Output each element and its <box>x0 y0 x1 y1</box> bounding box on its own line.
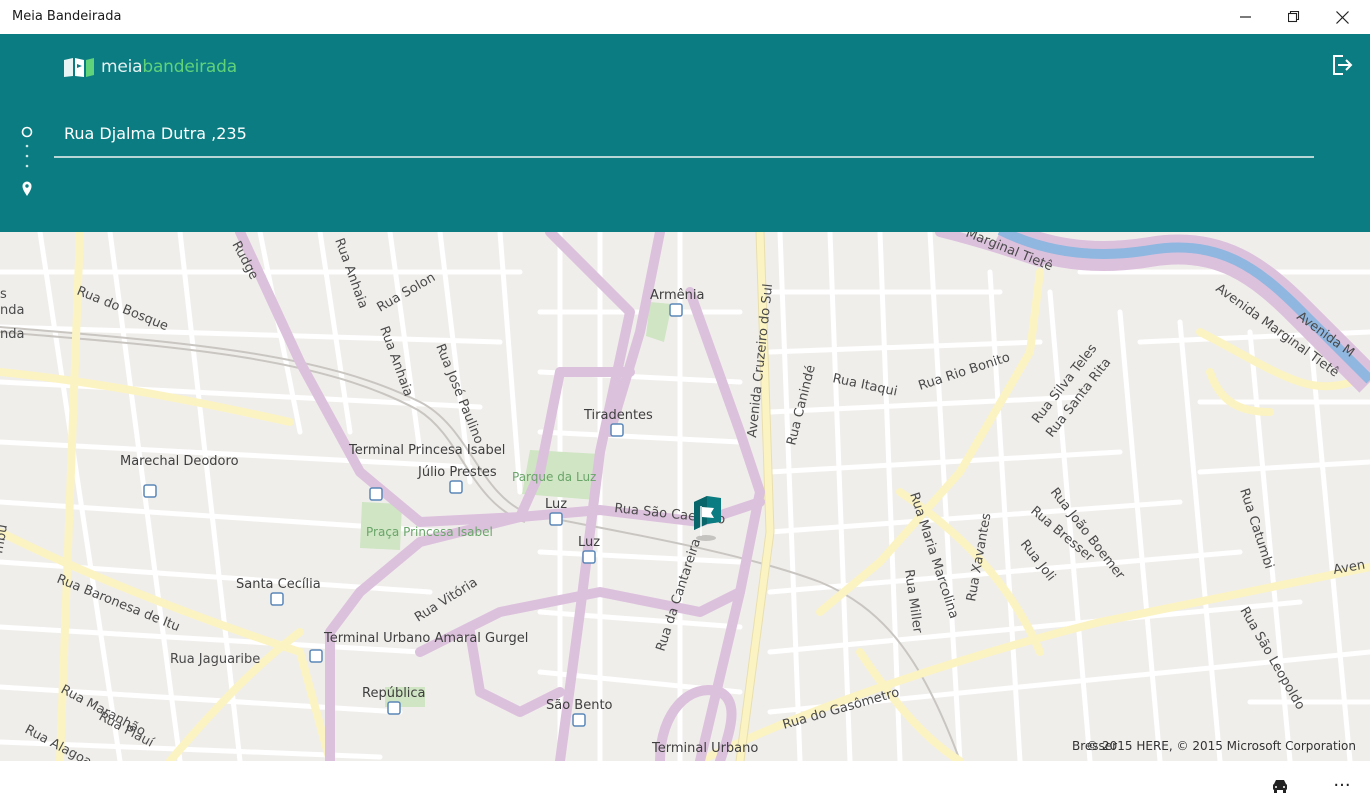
poi-label: Luz <box>578 535 600 550</box>
flag-logo-icon <box>64 58 94 77</box>
route-markers <box>21 126 33 196</box>
route-header: meiabandeirada <box>0 34 1370 232</box>
more-button[interactable]: ··· <box>1326 771 1358 801</box>
poi-label: Tiradentes <box>583 408 653 423</box>
restore-button[interactable] <box>1270 0 1318 34</box>
minimize-icon <box>1240 16 1251 18</box>
close-icon <box>1335 10 1349 24</box>
poi-label: Marechal Deodoro <box>120 454 239 469</box>
map-view[interactable]: Rudge Rua Anhaia Rua Solon Rua do Bosque… <box>0 232 1370 761</box>
park-label: Parque da Luz <box>512 470 596 484</box>
street-label: Rua Jaguaribe <box>170 652 260 667</box>
car-button[interactable] <box>1266 775 1294 799</box>
bottom-app-bar: ··· <box>0 761 1370 810</box>
car-icon <box>1273 780 1287 793</box>
map-copyright: © 2015 HERE, © 2015 Microsoft Corporatio… <box>1086 739 1356 753</box>
poi-label: Júlio Prestes <box>417 465 497 480</box>
location-pin-icon <box>22 181 32 196</box>
destination-input[interactable] <box>54 110 1314 158</box>
poi-label: Terminal Urbano <box>651 741 758 756</box>
street-label: nda <box>0 303 24 318</box>
exit-button[interactable] <box>1330 53 1354 77</box>
poi-label: Luz <box>545 497 567 512</box>
logo-text-bandeirada: bandeirada <box>142 57 237 77</box>
minimize-button[interactable] <box>1222 0 1270 34</box>
poi-label: São Bento <box>546 698 613 713</box>
window-title: Meia Bandeirada <box>12 9 122 24</box>
close-button[interactable] <box>1318 0 1366 34</box>
logo-text-meia: meia <box>101 57 143 77</box>
window-titlebar: Meia Bandeirada <box>0 0 1370 34</box>
exit-icon <box>1333 55 1353 75</box>
street-label: s <box>0 287 7 302</box>
poi-label: República <box>362 686 426 701</box>
origin-circle-icon <box>21 126 33 138</box>
poi-label: Terminal Urbano Amaral Gurgel <box>323 631 528 646</box>
poi-label: Santa Cecília <box>236 577 321 592</box>
poi-label: Terminal Princesa Isabel <box>348 443 505 458</box>
app-logo: meiabandeirada <box>63 55 237 79</box>
park-label: Praça Princesa Isabel <box>366 525 493 539</box>
restore-icon <box>1288 11 1300 23</box>
street-label: nda <box>0 327 24 342</box>
poi-label: Armênia <box>650 288 705 303</box>
